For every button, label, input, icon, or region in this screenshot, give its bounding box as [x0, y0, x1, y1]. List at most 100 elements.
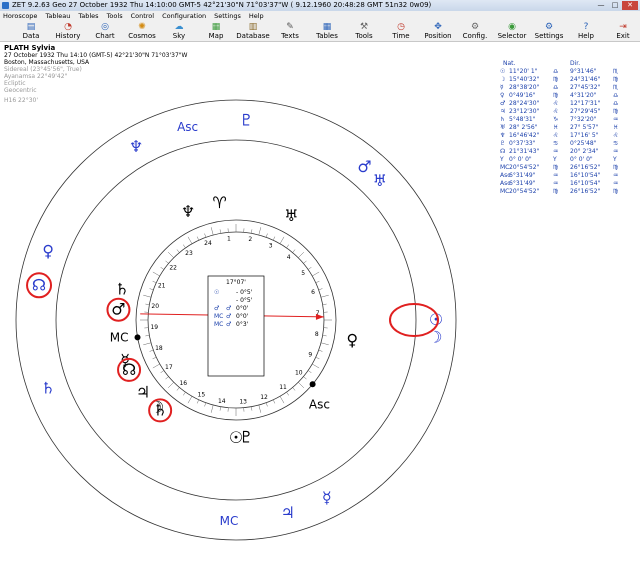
directed-longitude: 20° 2'34" [570, 148, 599, 155]
uranus-natal: ♅ [284, 206, 298, 225]
texts-button[interactable]: ✎ Texts [273, 22, 307, 41]
help-button[interactable]: ? Help [569, 22, 603, 41]
degree-tick [160, 267, 165, 270]
directed-sign: ♍ [613, 76, 619, 83]
settings-icon: ⚙ [544, 22, 554, 32]
natal-longitude: 28°24'30" [509, 100, 540, 107]
venus-natal: ♀ [346, 330, 358, 349]
position-row: ♅ 28° 2'56" ♓ 27° 5'57" ♓ [500, 124, 640, 132]
degree-tick [258, 227, 262, 236]
menu-configuration[interactable]: Configuration [162, 12, 206, 20]
menu-help[interactable]: Help [249, 12, 264, 20]
degree-tick [322, 303, 327, 305]
degree-tick [318, 349, 323, 352]
degree-tick [315, 280, 320, 284]
tools-button[interactable]: ⚒ Tools [347, 22, 381, 41]
time-button[interactable]: ◷ Time [384, 22, 418, 41]
texts-icon: ✎ [286, 22, 294, 32]
natal-sign: ♑ [553, 116, 559, 123]
degree-tick [272, 399, 276, 404]
natal-longitude: 16°46'42" [509, 132, 540, 139]
degree-tick [292, 249, 296, 253]
aspect-value: 0°3' [236, 321, 249, 328]
directed-sign: ♒ [613, 116, 619, 123]
house-number: 22 [169, 264, 177, 271]
directed-sign: ♍ [613, 108, 619, 115]
config-button[interactable]: ⚙ Config. [458, 22, 492, 41]
planet-glyph: ☿ [500, 84, 504, 91]
degree-tick [320, 294, 329, 298]
house-number: 23 [185, 250, 193, 257]
exit-icon: ⇥ [619, 22, 627, 32]
node-natal: ☊ [122, 360, 136, 379]
database-button[interactable]: ▥ Database [236, 22, 270, 41]
data-button[interactable]: ▤ Data [14, 22, 48, 41]
house-number: 9 [308, 352, 312, 359]
planet-glyph: ♇ [500, 140, 506, 147]
natal-sign: ♍ [553, 188, 559, 195]
menu-control[interactable]: Control [131, 12, 155, 20]
directed-longitude: 16°10'54" [570, 172, 601, 179]
help-icon: ? [583, 22, 589, 32]
directed-sign: ♋ [613, 140, 619, 147]
history-button[interactable]: ◔ History [51, 22, 85, 41]
degree-tick [143, 294, 152, 298]
directed-sign: ♌ [613, 132, 619, 139]
menu-tableau[interactable]: Tableau [45, 12, 70, 20]
app-icon [2, 2, 9, 9]
position-row: ☉ 11°20' 1" ♎ 9°31'46" ♏ [500, 68, 640, 76]
natal-sign: ♒ [553, 148, 559, 155]
cosmos-button[interactable]: ✺ Cosmos [125, 22, 159, 41]
chart-button[interactable]: ◎ Chart [88, 22, 122, 41]
natal-sign: Υ [553, 156, 557, 163]
settings-button[interactable]: ⚙ Settings [532, 22, 566, 41]
birth-datetime: 27 October 1932 Thu 14:10 (GMT-5) 42°21'… [4, 52, 188, 59]
menu-horoscope[interactable]: Horoscope [3, 12, 37, 20]
degree-tick [307, 370, 312, 373]
degree-tick [265, 402, 268, 407]
menu-tables[interactable]: Tables [78, 12, 98, 20]
degree-tick [315, 356, 320, 360]
degree-tick [279, 396, 285, 404]
directed-sign: ♒ [613, 180, 619, 187]
position-icon: ✥ [434, 22, 442, 32]
degree-tick [279, 236, 285, 244]
position-row: ♀ 0°49'16" ♍ 4°31'20" ♎ [500, 92, 640, 100]
minimize-button[interactable]: — [594, 1, 608, 10]
natal-sign: ♍ [553, 76, 559, 83]
position-row: ♃ 23°12'30" ♌ 27°29'45" ♍ [500, 108, 640, 116]
position-row: Υ 0° 0' 0" Υ 0° 0' 0" Υ [500, 156, 640, 164]
natal-longitude: 6°31'49" [509, 180, 536, 187]
menu-settings[interactable]: Settings [214, 12, 241, 20]
sky-button[interactable]: ☁ Sky [162, 22, 196, 41]
planet-glyph: Υ [500, 156, 504, 163]
natal-sign: ♌ [553, 132, 559, 139]
directed-sign: ♓ [613, 124, 619, 131]
toolbar-label: Cosmos [128, 32, 156, 40]
natal-longitude: 21°31'43" [509, 148, 540, 155]
house-number: 16 [179, 380, 187, 387]
data-icon: ▤ [26, 22, 36, 32]
selector-button[interactable]: ◉ Selector [495, 22, 529, 41]
natal-sign: ♒ [553, 180, 559, 187]
exit-button[interactable]: ⇥ Exit [606, 22, 640, 41]
aspect-value: - 0°5' [236, 297, 253, 304]
tables-button[interactable]: ▦ Tables [310, 22, 344, 41]
maximize-button[interactable]: □ [608, 1, 622, 10]
natal-longitude: 28°38'20" [509, 84, 540, 91]
directed-longitude: 24°31'46" [570, 76, 601, 83]
natal-longitude: 15°40'32" [509, 76, 540, 83]
directed-longitude: 0°25'48" [570, 140, 597, 147]
mars-dir: ♂ [357, 157, 371, 176]
menu-tools[interactable]: Tools [107, 12, 123, 20]
aspect-value: 0°0' [236, 305, 249, 312]
toolbar-label: History [55, 32, 81, 40]
position-button[interactable]: ✥ Position [421, 22, 455, 41]
degree-tick [210, 404, 214, 413]
map-button[interactable]: ▦ Map [199, 22, 233, 41]
position-row: Asc 6°31'49" ♒ 16°10'54" ♒ [500, 180, 640, 188]
natal-sign: ♌ [553, 108, 559, 115]
close-button[interactable]: ✕ [622, 1, 638, 10]
planet-glyph: ♅ [500, 124, 506, 131]
jupiter-dir: ♃ [281, 503, 295, 522]
